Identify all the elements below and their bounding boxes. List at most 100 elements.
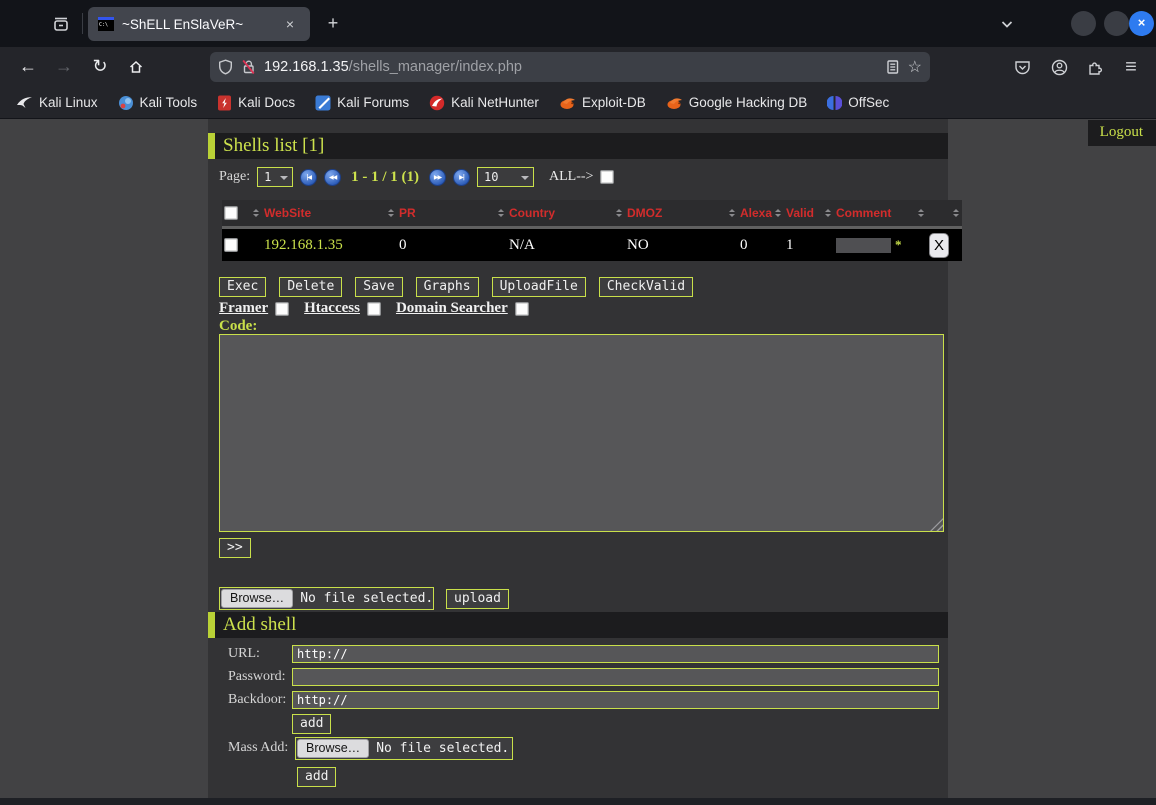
per-page-select[interactable]: 10 <box>477 167 534 187</box>
file-input[interactable]: Browse… No file selected. <box>219 587 434 610</box>
upload-file-row: Browse… No file selected. upload <box>219 587 509 610</box>
window-close-button[interactable]: × <box>1129 11 1154 36</box>
add-shell-button[interactable]: add <box>292 714 331 734</box>
reload-button[interactable]: ↻ <box>86 53 114 81</box>
kali-nethunter-icon <box>429 95 445 111</box>
tab-overview-icon <box>52 15 70 33</box>
extensions-puzzle-icon[interactable] <box>1080 53 1110 81</box>
offsec-icon <box>827 95 842 111</box>
forward-button[interactable]: → <box>50 53 78 81</box>
domain-searcher-link[interactable]: Domain Searcher <box>396 300 508 317</box>
url-input[interactable] <box>292 645 939 663</box>
sort-icon[interactable] <box>253 209 259 217</box>
framer-link[interactable]: Framer <box>219 300 268 317</box>
graphs-button[interactable]: Graphs <box>416 277 479 297</box>
run-code-button[interactable]: >> <box>219 538 251 558</box>
exploit-db-icon <box>559 96 576 110</box>
bookmark-kali-tools[interactable]: Kali Tools <box>110 92 206 114</box>
content-panel: Shells list [1] Page: 1 |◀ ◀◀ 1 - 1 / 1 … <box>208 119 948 798</box>
sort-icon[interactable] <box>953 209 959 217</box>
bookmark-kali-nethunter[interactable]: Kali NetHunter <box>421 92 547 114</box>
sort-icon[interactable] <box>616 209 622 217</box>
htaccess-checkbox[interactable] <box>367 302 381 316</box>
code-label: Code: <box>219 318 257 335</box>
upload-button[interactable]: upload <box>446 589 509 609</box>
menu-hamburger-icon[interactable]: ≡ <box>1116 53 1146 81</box>
back-button[interactable]: ← <box>14 53 42 81</box>
select-all-checkbox[interactable] <box>600 170 614 184</box>
domain-searcher-checkbox[interactable] <box>515 302 529 316</box>
browser-tab[interactable]: C:\ ~ShELL EnSlaVeR~ × <box>88 7 310 41</box>
exec-button[interactable]: Exec <box>219 277 266 297</box>
bookmark-kali-forums[interactable]: Kali Forums <box>307 92 417 114</box>
bookmarks-bar: Kali Linux Kali Tools Kali Docs Kali For… <box>0 87 1156 119</box>
col-dmoz: DMOZ <box>627 206 662 220</box>
mass-no-file-text: No file selected. <box>376 741 517 756</box>
url-path: /shells_manager/index.php <box>349 59 522 75</box>
col-comment: Comment <box>836 206 891 220</box>
page-select[interactable]: 1 <box>257 167 293 187</box>
first-page-button[interactable]: |◀ <box>300 169 317 186</box>
pagination-row: Page: 1 |◀ ◀◀ 1 - 1 / 1 (1) ▶▶ ▶| 10 ALL… <box>219 166 614 188</box>
url-text[interactable]: 192.168.1.35/shells_manager/index.php <box>264 59 877 75</box>
htaccess-link[interactable]: Htaccess <box>304 300 360 317</box>
home-button[interactable] <box>122 53 150 81</box>
window-bottom-edge <box>0 798 1156 805</box>
code-textarea[interactable] <box>219 334 944 532</box>
checkvalid-button[interactable]: CheckValid <box>599 277 693 297</box>
bookmark-star-icon[interactable]: ☆ <box>908 57 922 77</box>
comment-input[interactable] <box>836 238 891 253</box>
mass-add-button[interactable]: add <box>297 767 336 787</box>
next-page-button[interactable]: ▶▶ <box>429 169 446 186</box>
sort-icon[interactable] <box>918 209 924 217</box>
shield-icon[interactable] <box>218 59 233 75</box>
tab-bar: C:\ ~ShELL EnSlaVeR~ × + × <box>0 0 1156 47</box>
uploadfile-button[interactable]: UploadFile <box>492 277 586 297</box>
bookmark-offsec[interactable]: OffSec <box>819 92 897 114</box>
backdoor-label: Backdoor: <box>228 692 286 708</box>
mass-add-file-input[interactable]: Browse… No file selected. <box>295 737 513 760</box>
sort-icon[interactable] <box>775 209 781 217</box>
header-select-all-checkbox[interactable] <box>224 206 238 220</box>
row-checkbox[interactable] <box>224 238 238 252</box>
col-pr: PR <box>399 206 416 220</box>
home-icon <box>128 59 144 75</box>
mass-browse-button[interactable]: Browse… <box>297 739 369 758</box>
pocket-icon[interactable] <box>1007 53 1037 81</box>
new-tab-button[interactable]: + <box>320 12 346 36</box>
url-bar[interactable]: 192.168.1.35/shells_manager/index.php ☆ <box>210 52 930 82</box>
bookmark-google-hacking-db[interactable]: Google Hacking DB <box>658 92 816 113</box>
save-button[interactable]: Save <box>355 277 402 297</box>
browse-button[interactable]: Browse… <box>221 589 293 608</box>
logout-button[interactable]: Logout <box>1088 120 1156 146</box>
framer-checkbox[interactable] <box>275 302 289 316</box>
sort-icon[interactable] <box>388 209 394 217</box>
sort-icon[interactable] <box>825 209 831 217</box>
insecure-lock-icon[interactable] <box>241 59 256 75</box>
tab-manager-icon[interactable] <box>48 12 74 36</box>
bookmark-kali-linux[interactable]: Kali Linux <box>8 92 106 113</box>
table-header-row: WebSite PR Country DMOZ Alexa Valid Comm… <box>222 200 962 226</box>
col-valid: Valid <box>786 206 814 220</box>
remove-row-button[interactable]: X <box>929 233 949 258</box>
delete-button[interactable]: Delete <box>279 277 342 297</box>
reader-mode-icon[interactable] <box>885 59 900 75</box>
password-input[interactable] <box>292 668 939 686</box>
window-maximize-button[interactable] <box>1104 11 1129 36</box>
sort-icon[interactable] <box>498 209 504 217</box>
list-tabs-chevron-icon[interactable] <box>995 14 1019 34</box>
url-label: URL: <box>228 646 260 662</box>
account-icon[interactable] <box>1044 53 1074 81</box>
password-label: Password: <box>228 669 286 685</box>
shells-list-header: Shells list [1] <box>208 133 948 159</box>
last-page-button[interactable]: ▶| <box>453 169 470 186</box>
row-website-link[interactable]: 192.168.1.35 <box>264 237 343 254</box>
prev-page-button[interactable]: ◀◀ <box>324 169 341 186</box>
bookmark-kali-docs[interactable]: Kali Docs <box>209 92 303 114</box>
toggle-links-row: Framer Htaccess Domain Searcher <box>219 300 537 317</box>
bookmark-exploit-db[interactable]: Exploit-DB <box>551 92 654 113</box>
sort-icon[interactable] <box>729 209 735 217</box>
backdoor-input[interactable] <box>292 691 939 709</box>
window-minimize-button[interactable] <box>1071 11 1096 36</box>
tab-close-icon[interactable]: × <box>280 14 300 34</box>
